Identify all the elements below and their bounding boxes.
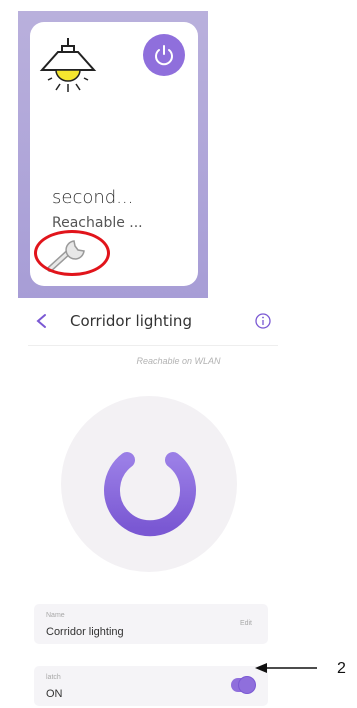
- card-power-button[interactable]: [143, 34, 185, 76]
- lamp-icon: [39, 38, 97, 92]
- page-header: Corridor lighting: [28, 300, 278, 346]
- device-status: Reachable ...: [52, 215, 143, 231]
- edit-button[interactable]: Edit: [240, 620, 252, 627]
- name-label: Name: [46, 612, 65, 619]
- latch-value: ON: [46, 688, 63, 700]
- callout-arrow: [255, 663, 317, 673]
- name-field[interactable]: Name Corridor lighting Edit: [34, 604, 268, 644]
- callout-number: 2: [337, 660, 346, 677]
- info-icon[interactable]: [254, 312, 272, 330]
- latch-toggle[interactable]: [231, 677, 255, 693]
- latch-label: latch: [46, 674, 61, 681]
- connection-status: Reachable on WLAN: [136, 356, 221, 366]
- main-power-button[interactable]: [97, 430, 203, 542]
- latch-field: latch ON: [34, 666, 268, 706]
- name-value: Corridor lighting: [46, 626, 124, 638]
- toggle-knob: [239, 677, 255, 693]
- back-arrow-icon[interactable]: [34, 312, 48, 330]
- page-title: Corridor lighting: [70, 312, 192, 330]
- highlight-circle: [34, 230, 110, 276]
- power-icon: [155, 45, 173, 66]
- device-name: second...: [52, 187, 134, 208]
